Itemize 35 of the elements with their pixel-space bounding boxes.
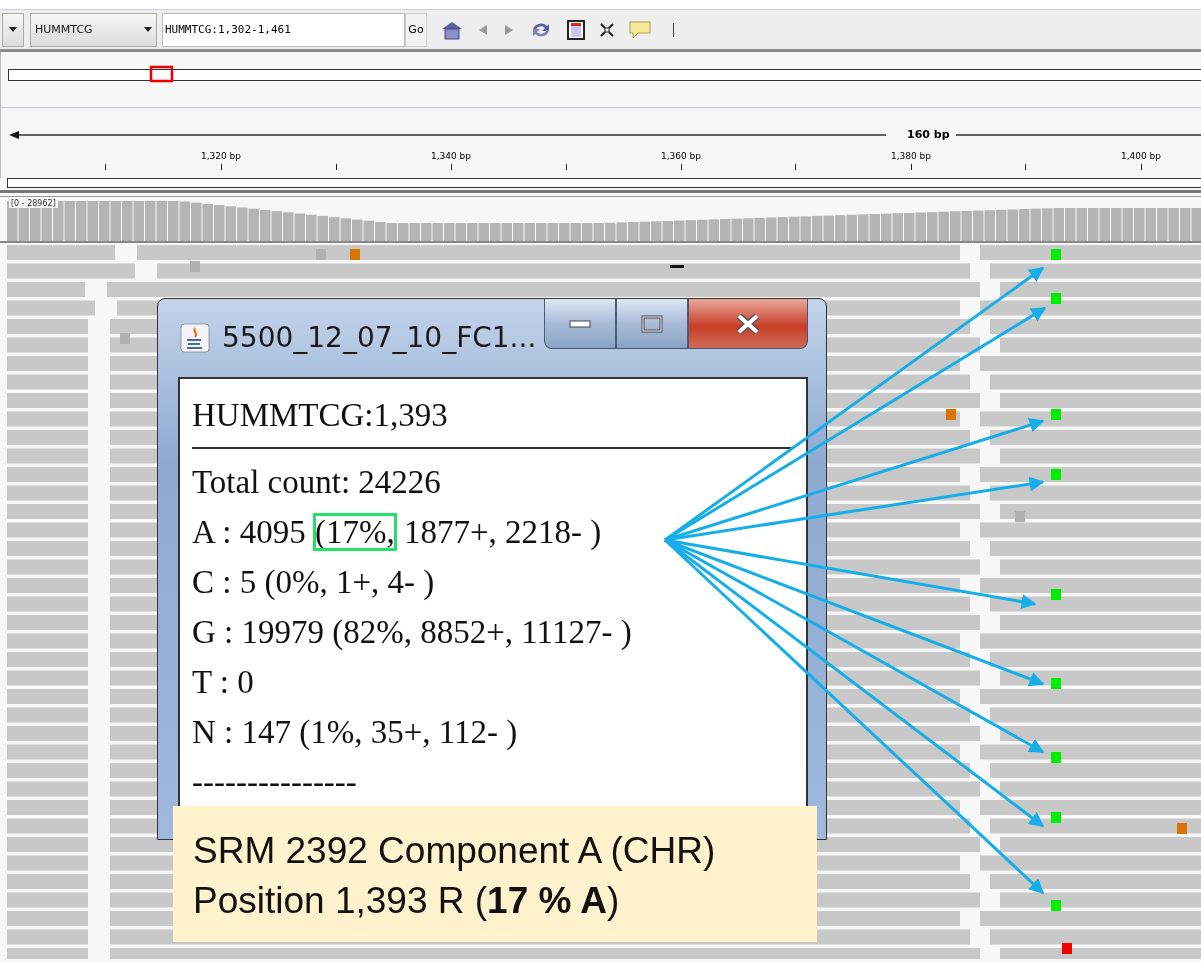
dropdown-button[interactable]	[2, 12, 24, 47]
fit-icon[interactable]	[599, 21, 615, 38]
count-line: ---------------	[192, 763, 358, 802]
maximize-icon	[641, 314, 663, 333]
close-button[interactable]	[688, 299, 808, 349]
panel-splitter[interactable]	[0, 190, 1201, 197]
chromosome-dropdown[interactable]: HUMMTCG	[30, 12, 157, 47]
caret-icon	[144, 27, 152, 32]
count-line: N : 147 (1%, 35+, 112- )	[192, 713, 519, 752]
data-range-label: [0 - 28962]	[9, 199, 58, 208]
minimize-button[interactable]	[544, 299, 616, 349]
go-button[interactable]: Go	[405, 12, 427, 47]
maximize-button[interactable]	[616, 299, 688, 349]
count-line: G : 19979 (82%, 8852+, 11127- )	[192, 613, 633, 652]
ruler-label: 1,360 bp	[660, 151, 702, 161]
close-icon	[735, 312, 761, 335]
count-line: A : 4095 (17%, 1877+, 2218- )	[192, 513, 603, 552]
ruler-label: 1,340 bp	[430, 151, 472, 161]
home-icon[interactable]	[441, 19, 463, 40]
caret-icon	[9, 27, 17, 32]
region-icon[interactable]	[567, 19, 585, 40]
ruler-label: 1,320 bp	[200, 151, 242, 161]
current-region-box	[149, 65, 174, 83]
callout-line: Position 1,393 R (17 % A)	[193, 879, 620, 923]
minimize-icon	[569, 319, 591, 328]
ruler-label: 1,380 bp	[890, 151, 932, 161]
ruler-label: 1,400 bp	[1120, 151, 1162, 161]
locus-heading: HUMMTCG:1,393	[192, 396, 449, 435]
count-line: Total count: 24226	[192, 463, 442, 502]
window-title: 5500_12_07_10_FC1...	[222, 321, 537, 354]
count-line: C : 5 (0%, 1+, 4- )	[192, 563, 436, 602]
count-line: T : 0	[192, 663, 255, 702]
java-cup-icon	[180, 322, 210, 353]
callout-line: SRM 2392 Component A (CHR)	[193, 829, 716, 873]
locus-field[interactable]: HUMMTCG:1,302-1,461	[162, 12, 405, 47]
